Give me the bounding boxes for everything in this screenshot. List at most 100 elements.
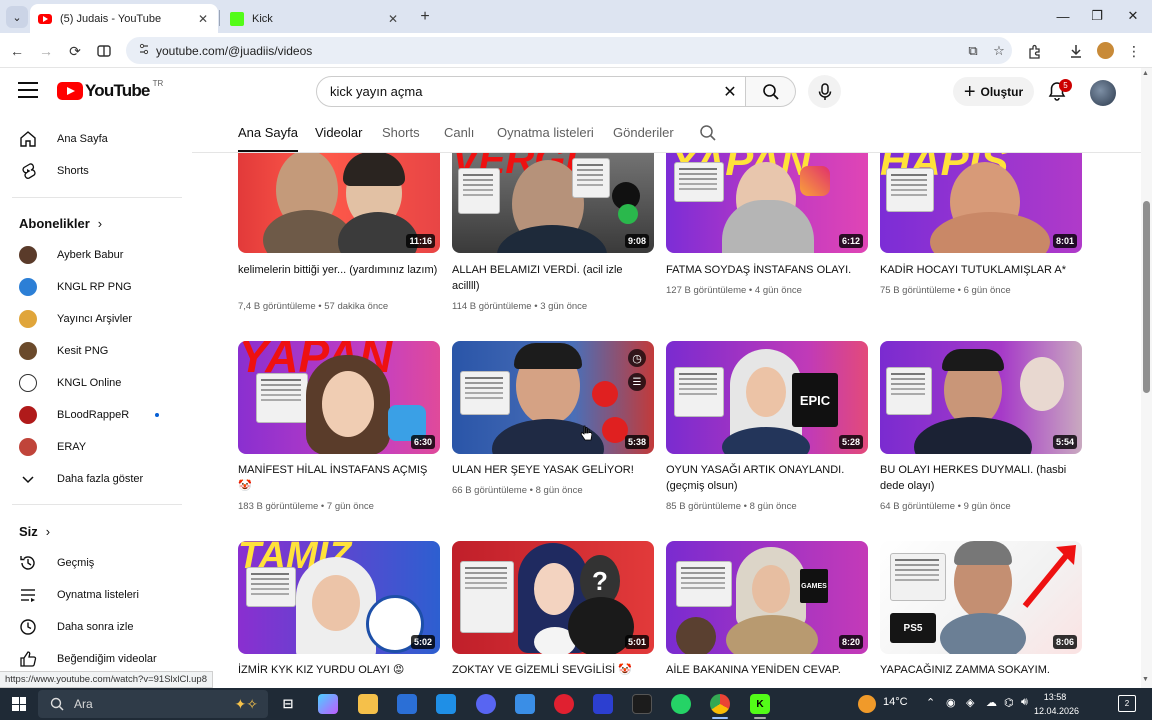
scroll-down-icon[interactable]: ▼ bbox=[1142, 676, 1149, 683]
video-title[interactable]: İZMİR KYK KIZ YURDU OLAYI 😡 bbox=[238, 662, 438, 678]
video-thumbnail[interactable]: YAPAN 6:12 bbox=[666, 153, 868, 253]
scrollbar-thumb[interactable] bbox=[1143, 201, 1150, 393]
video-thumbnail[interactable]: 5:54 bbox=[880, 341, 1082, 454]
video-thumbnail[interactable]: YAPAN 6:30 bbox=[238, 341, 440, 454]
video-title[interactable]: MANİFEST HİLAL İNSTAFANS AÇMIŞ 🤡 bbox=[238, 462, 438, 494]
subscription-item[interactable]: Kesit PNG bbox=[12, 336, 182, 366]
address-bar[interactable]: youtube.com/@juadiis/videos ⧉ ☆ bbox=[126, 37, 1012, 64]
video-thumbnail[interactable]: ? 5:01 bbox=[452, 541, 654, 654]
sidebar-item-shorts[interactable]: Shorts bbox=[12, 156, 182, 186]
account-avatar[interactable] bbox=[1090, 80, 1116, 106]
subscription-item[interactable]: Yayıncı Arşivler bbox=[12, 304, 182, 334]
video-title[interactable]: OYUN YASAĞI ARTIK ONAYLANDI. (geçmiş ols… bbox=[666, 462, 866, 494]
tab-kick[interactable]: Kick ✕ bbox=[222, 4, 408, 33]
close-window-button[interactable]: ✕ bbox=[1119, 4, 1147, 28]
tab-youtube[interactable]: (5) Judais - YouTube ✕ bbox=[30, 4, 218, 33]
video-thumbnail[interactable]: EPIC 5:28 bbox=[666, 341, 868, 454]
video-thumbnail[interactable]: HAPİS 8:01 bbox=[880, 153, 1082, 253]
forward-button[interactable]: → bbox=[34, 39, 58, 63]
app-icon[interactable] bbox=[632, 694, 652, 714]
extensions-icon[interactable] bbox=[1022, 39, 1046, 63]
site-info-icon[interactable] bbox=[132, 43, 156, 58]
channel-search-icon[interactable] bbox=[699, 124, 717, 142]
video-title[interactable]: YAPACAĞINIZ ZAMMA SOKAYIM. bbox=[880, 662, 1080, 678]
search-input[interactable]: kick yayın açma ✕ bbox=[316, 76, 746, 107]
tab-playlists[interactable]: Oynatma listeleri bbox=[497, 125, 594, 140]
video-thumbnail[interactable]: ◷ ☰ 5:38 bbox=[452, 341, 654, 454]
opera-gx-icon[interactable] bbox=[554, 694, 574, 714]
task-view-icon[interactable]: ⊟ bbox=[278, 694, 298, 714]
tab-posts[interactable]: Gönderiler bbox=[613, 125, 674, 140]
page-scrollbar[interactable]: ▲ ▼ bbox=[1141, 68, 1152, 688]
tab-close-icon[interactable]: ✕ bbox=[196, 12, 210, 26]
video-thumbnail[interactable]: PS5 8:06 bbox=[880, 541, 1082, 654]
sidebar-item-watch-later[interactable]: Daha sonra izle bbox=[12, 612, 182, 642]
app-icon[interactable] bbox=[593, 694, 613, 714]
sidebar-item-history[interactable]: Geçmiş bbox=[12, 548, 182, 578]
tab-videos[interactable]: Videolar bbox=[315, 125, 362, 140]
subscription-item[interactable]: KNGL Online bbox=[12, 368, 182, 398]
watch-later-icon[interactable]: ◷ bbox=[628, 349, 646, 367]
tab-home[interactable]: Ana Sayfa bbox=[238, 125, 298, 152]
video-title[interactable]: BU OLAYI HERKES DUYMALI. (hasbi dede ola… bbox=[880, 462, 1080, 494]
new-tab-button[interactable]: + bbox=[414, 6, 436, 28]
search-button[interactable] bbox=[746, 76, 796, 107]
whatsapp-icon[interactable] bbox=[671, 694, 691, 714]
video-thumbnail[interactable]: VERGİ 9:08 bbox=[452, 153, 654, 253]
bookmark-star-icon[interactable]: ☆ bbox=[986, 43, 1012, 59]
downloads-icon[interactable] bbox=[1064, 39, 1088, 63]
subscriptions-header[interactable]: Abonelikler › bbox=[19, 216, 102, 231]
install-app-icon[interactable]: ⧉ bbox=[960, 43, 986, 59]
tab-close-icon[interactable]: ✕ bbox=[386, 12, 400, 26]
chrome-icon[interactable] bbox=[710, 694, 730, 714]
tray-chevron-icon[interactable]: ⌃ bbox=[926, 696, 935, 709]
tray-app-icon[interactable]: ◉ bbox=[946, 696, 956, 709]
tray-app-icon[interactable]: ◈ bbox=[966, 696, 974, 709]
video-thumbnail[interactable]: TAMIZ 5:02 bbox=[238, 541, 440, 654]
file-explorer-icon[interactable] bbox=[358, 694, 378, 714]
video-title[interactable]: AİLE BAKANINA YENİDEN CEVAP. bbox=[666, 662, 866, 678]
discord-icon[interactable] bbox=[476, 694, 496, 714]
tab-search-button[interactable]: ⌄ bbox=[6, 6, 28, 28]
sidebar-item-playlists[interactable]: Oynatma listeleri bbox=[12, 580, 182, 610]
video-thumbnail[interactable]: GAMES 8:20 bbox=[666, 541, 868, 654]
windows-security-icon[interactable] bbox=[436, 694, 456, 714]
video-title[interactable]: kelimelerin bittiği yer... (yardımınız l… bbox=[238, 262, 438, 278]
browser-menu-icon[interactable]: ⋮ bbox=[1122, 39, 1146, 63]
tab-live[interactable]: Canlı bbox=[444, 125, 474, 140]
video-title[interactable]: ALLAH BELAMIZI VERDİ. (acil izle acillll… bbox=[452, 262, 652, 294]
microsoft-store-icon[interactable] bbox=[397, 694, 417, 714]
show-more-button[interactable]: Daha fazla göster bbox=[12, 464, 182, 494]
subscription-item[interactable]: BLoodRappeR bbox=[12, 400, 182, 430]
subscription-item[interactable]: ERAY bbox=[12, 432, 182, 462]
weather-icon[interactable] bbox=[858, 695, 876, 713]
taskbar-search-box[interactable]: Ara ✦✧ bbox=[38, 690, 268, 718]
tab-shorts[interactable]: Shorts bbox=[382, 125, 420, 140]
youtube-logo[interactable]: YouTube TR bbox=[57, 79, 163, 101]
video-title[interactable]: ZOKTAY VE GİZEMLİ SEVGİLİSİ 🤡 bbox=[452, 662, 652, 678]
minimize-button[interactable]: — bbox=[1049, 4, 1077, 28]
restore-button[interactable]: ❐ bbox=[1083, 4, 1111, 28]
app-icon[interactable] bbox=[515, 694, 535, 714]
add-to-queue-icon[interactable]: ☰ bbox=[628, 373, 646, 391]
sidebar-item-home[interactable]: Ana Sayfa bbox=[12, 124, 182, 154]
system-clock[interactable]: 13:58 12.04.2026 bbox=[1034, 690, 1079, 718]
scroll-up-icon[interactable]: ▲ bbox=[1142, 70, 1149, 77]
notification-center-icon[interactable]: 2 bbox=[1118, 695, 1136, 712]
create-button[interactable]: + Oluştur bbox=[953, 77, 1034, 106]
back-button[interactable]: ← bbox=[5, 39, 29, 63]
sidebar-item-liked[interactable]: Beğendiğim videolar bbox=[12, 644, 182, 674]
reload-button[interactable]: ⟳ bbox=[63, 39, 87, 63]
kick-app-icon[interactable]: K bbox=[750, 694, 770, 714]
copilot-app-icon[interactable] bbox=[318, 694, 338, 714]
video-thumbnail[interactable]: 11:16 bbox=[238, 153, 440, 253]
video-title[interactable]: ULAN HER ŞEYE YASAK GELİYOR! bbox=[452, 462, 652, 478]
clear-search-icon[interactable]: ✕ bbox=[715, 82, 745, 102]
volume-icon[interactable]: 🔊︎ bbox=[1021, 696, 1028, 709]
subscription-item[interactable]: Ayberk Babur bbox=[12, 240, 182, 270]
weather-temp[interactable]: 14°C bbox=[883, 696, 908, 708]
subscription-item[interactable]: KNGL RP PNG bbox=[12, 272, 182, 302]
voice-search-button[interactable] bbox=[808, 75, 841, 108]
onedrive-icon[interactable]: ☁ bbox=[986, 696, 997, 709]
video-title[interactable]: FATMA SOYDAŞ İNSTAFANS OLAYI. bbox=[666, 262, 866, 278]
